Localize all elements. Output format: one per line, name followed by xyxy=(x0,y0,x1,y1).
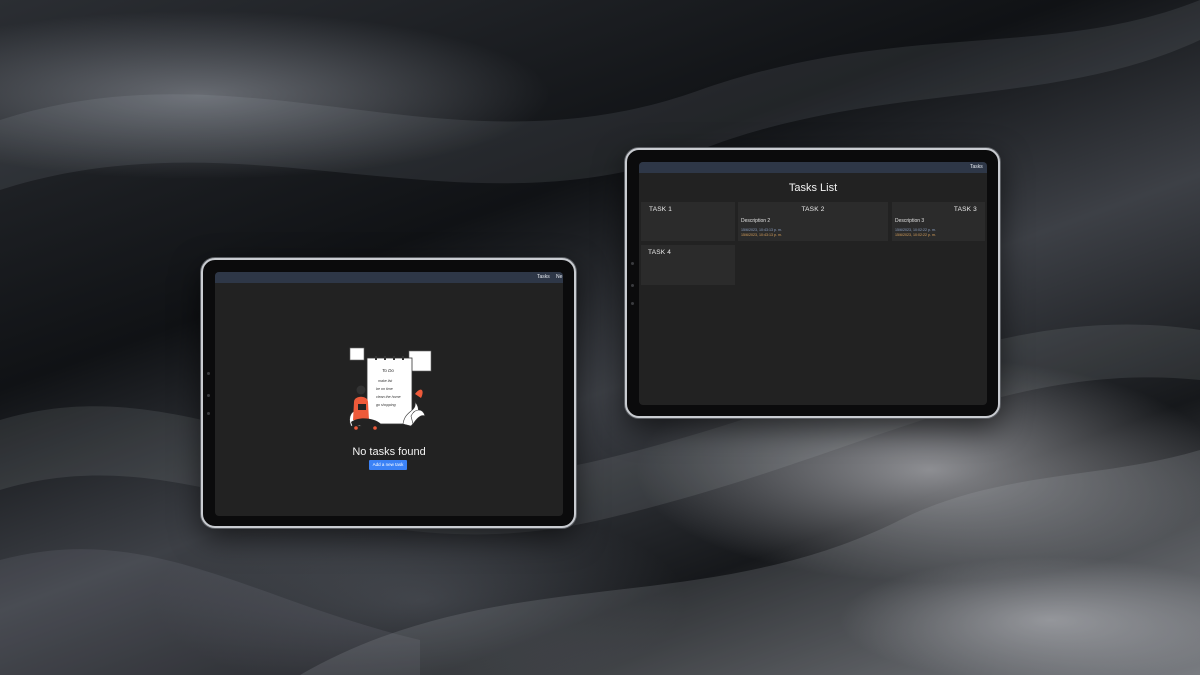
wavy-background xyxy=(0,0,1200,675)
task-card[interactable]: TASK 2 Description 2 15/6/2023, 10:43:13… xyxy=(738,202,888,241)
task-card[interactable]: TASK 4 xyxy=(641,245,735,285)
task-card[interactable]: TASK 3 Description 3 15/6/2023, 10:02:22… xyxy=(892,202,985,241)
illustration-line: To Do xyxy=(382,368,394,373)
add-task-button[interactable]: Add a new task xyxy=(369,460,407,470)
tablet-side-button xyxy=(207,412,210,415)
navbar: Tasks Ne xyxy=(215,272,563,283)
empty-state-title: No tasks found xyxy=(352,446,426,458)
task-title: TASK 1 xyxy=(649,206,673,213)
tablet-side-button xyxy=(631,262,634,265)
todo-list-illustration: To Do make list be on time clean the hom… xyxy=(349,347,432,430)
task-card[interactable]: TASK 1 xyxy=(641,202,735,241)
nav-link-tasks[interactable]: Tasks xyxy=(970,162,983,173)
task-created-date: 15/6/2023, 10:43:13 p. m. xyxy=(741,228,782,232)
task-created-date: 15/6/2023, 10:02:22 p. m. xyxy=(895,228,936,232)
page-title: Tasks List xyxy=(788,182,838,194)
tablet-left: Tasks Ne To Do make list be on time clea… xyxy=(201,258,576,528)
app-screen: Tasks Tasks List TASK 1 TASK 2 Descripti… xyxy=(639,162,987,405)
task-title: TASK 4 xyxy=(648,249,672,256)
nav-link-new[interactable]: Ne xyxy=(556,272,562,283)
illustration-line: make list xyxy=(378,379,393,383)
tablet-side-button xyxy=(631,284,634,287)
tablet-side-button xyxy=(631,302,634,305)
nav-link-tasks[interactable]: Tasks xyxy=(537,272,550,283)
illustration-line: be on time xyxy=(376,387,393,391)
task-title: TASK 3 xyxy=(953,206,977,213)
task-description: Description 2 xyxy=(741,218,771,224)
task-updated-date: 15/6/2023, 10:02:22 p. m. xyxy=(895,233,936,237)
tablet-side-button xyxy=(207,372,210,375)
tablet-right: Tasks Tasks List TASK 1 TASK 2 Descripti… xyxy=(625,148,1000,418)
illustration-line: clean the home xyxy=(376,395,401,399)
task-description: Description 3 xyxy=(895,218,925,224)
navbar: Tasks xyxy=(639,162,987,173)
illustration-line: go shopping xyxy=(376,403,396,407)
task-title: TASK 2 xyxy=(801,206,825,213)
task-updated-date: 15/6/2023, 10:43:13 p. m. xyxy=(741,233,782,237)
tablet-side-button xyxy=(207,394,210,397)
app-screen: Tasks Ne To Do make list be on time clea… xyxy=(215,272,563,516)
